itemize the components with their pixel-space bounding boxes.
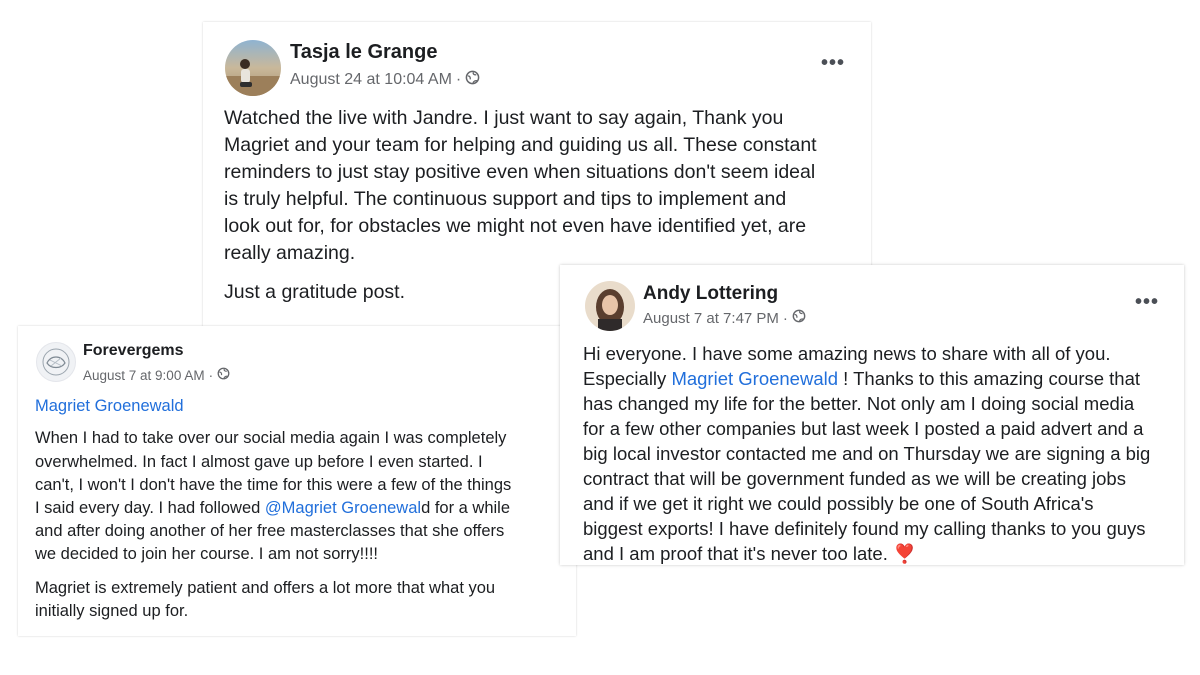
avatar[interactable] — [225, 40, 281, 96]
post-text-line: overwhelmed. In fact I almost gave up be… — [35, 453, 483, 471]
post-text-line: look out for, for obstacles we might not… — [224, 215, 807, 237]
post-text-line: Just a gratitude post. — [224, 281, 406, 303]
post-text-line: reminders to just stay positive even whe… — [224, 161, 816, 183]
more-options-button[interactable]: ••• — [1135, 291, 1159, 314]
post-text-line: contract that will be government funded … — [583, 468, 1126, 489]
mention-link[interactable]: Magriet Groenewald — [35, 397, 184, 416]
post-meta: August 24 at 10:04 AM · — [290, 70, 480, 90]
separator: · — [782, 309, 788, 327]
post-text-line: and after doing another of her free mast… — [35, 522, 505, 540]
post-text-line: really amazing. — [224, 242, 356, 264]
more-options-button[interactable]: ••• — [821, 52, 845, 75]
mention-link[interactable]: @Magriet Groenewal — [265, 499, 421, 517]
post-text-line: Magriet and your team for helping and gu… — [224, 134, 817, 156]
text-segment: I said every day. I had followed — [35, 499, 265, 517]
public-audience-icon[interactable] — [217, 367, 230, 383]
post-text-line: is truly helpful. The continuous support… — [224, 188, 787, 210]
post-text-line: big local investor contacted me and on T… — [583, 443, 1151, 464]
timestamp[interactable]: August 7 at 9:00 AM — [83, 368, 205, 383]
avatar[interactable] — [585, 281, 635, 331]
timestamp[interactable]: August 24 at 10:04 AM — [290, 71, 452, 89]
public-audience-icon[interactable] — [792, 309, 806, 327]
separator: · — [208, 367, 214, 383]
post-text-line: initially signed up for. — [35, 602, 189, 620]
cropped-text-line: ▬ ▬▬▬ ▬▬▬▬ ▬▬ ▬▬▬▬▬ ▬▬ ▬▬▬▬▬▬▬ ▬▬▬▬ ▬▬ ▬… — [35, 628, 670, 636]
mention-link[interactable]: Magriet Groenewald — [671, 368, 838, 389]
post-text-line: Watched the live with Jandre. I just wan… — [224, 107, 784, 129]
post-text-line: and I am proof that it's never too late.… — [583, 543, 916, 565]
post-meta: August 7 at 7:47 PM · — [643, 309, 806, 327]
avatar[interactable] — [36, 342, 76, 382]
post-card-andy: Andy Lottering August 7 at 7:47 PM · •••… — [560, 265, 1184, 565]
timestamp[interactable]: August 7 at 7:47 PM — [643, 310, 779, 327]
post-text-line: has changed my life for the better. Not … — [583, 393, 1135, 414]
post-text-line: biggest exports! I have definitely found… — [583, 518, 1146, 539]
post-text-line: I said every day. I had followed @Magrie… — [35, 499, 510, 518]
author-name[interactable]: Tasja le Grange — [290, 41, 437, 64]
post-text-line: When I had to take over our social media… — [35, 429, 507, 447]
text-segment: Especially — [583, 368, 672, 389]
post-text-line: Hi everyone. I have some amazing news to… — [583, 343, 1111, 364]
post-text-line: can't, I won't I don't have the time for… — [35, 476, 512, 494]
post-text-line: Magriet is extremely patient and offers … — [35, 579, 496, 597]
post-text-line: Especially Magriet Groenewald ! Thanks t… — [583, 368, 1140, 390]
text-segment: d for a while — [421, 499, 511, 517]
heart-exclamation-icon: ❣️ — [892, 543, 917, 564]
author-name[interactable]: Andy Lottering — [643, 283, 778, 305]
post-text-line: and if we get it right we could possibly… — [583, 493, 1094, 514]
public-audience-icon[interactable] — [465, 70, 480, 90]
separator: · — [455, 71, 462, 88]
post-card-forevergems: Forevergems August 7 at 9:00 AM · Magrie… — [18, 326, 670, 636]
text-segment: ! Thanks to this amazing course that — [838, 368, 1141, 389]
post-text-line: we decided to join her course. I am not … — [35, 545, 378, 563]
author-name[interactable]: Forevergems — [83, 342, 184, 360]
post-meta: August 7 at 9:00 AM · — [83, 367, 230, 383]
post-text-line: for a few other companies but last week … — [583, 418, 1144, 439]
text-segment: and I am proof that it's never too late. — [583, 543, 888, 564]
